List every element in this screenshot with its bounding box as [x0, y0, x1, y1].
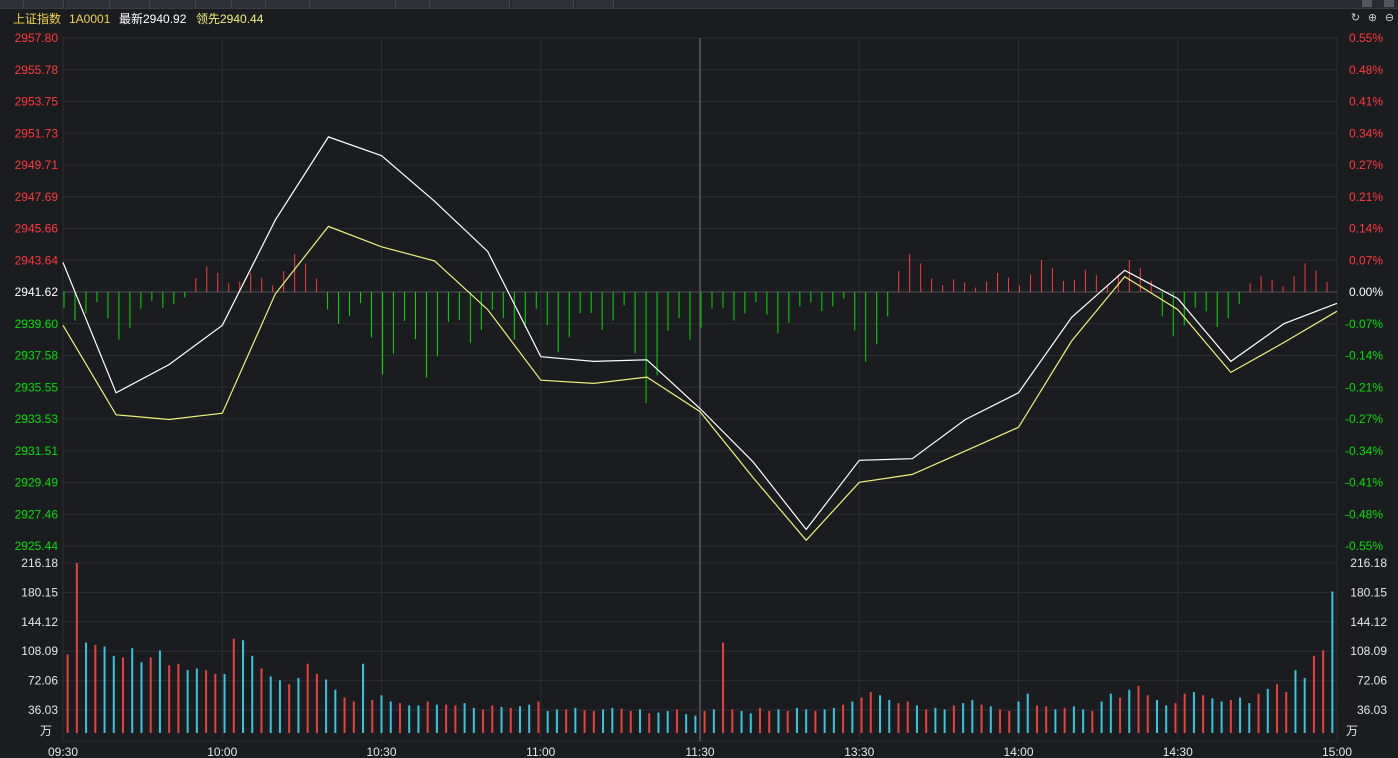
y-tick-left: 2951.73	[15, 126, 59, 140]
y-tick-left: 2943.64	[15, 253, 59, 267]
intraday-chart[interactable]: 2957.80 0.55% 2955.78 0.48% 2953.75 0.41% 2951…	[0, 0, 1398, 758]
volume-tick-left: 36.03	[28, 703, 58, 717]
y-tick-right: 0.07%	[1349, 253, 1383, 267]
volume-tick-left: 216.18	[21, 556, 58, 570]
y-tick-left: 2947.69	[15, 190, 59, 204]
x-tick-label: 14:30	[1163, 745, 1193, 758]
volume-tick-left: 180.15	[21, 585, 58, 599]
y-tick-right: -0.34%	[1345, 444, 1383, 458]
y-tick-left: 2925.44	[15, 539, 59, 553]
y-tick-left: 2927.46	[15, 507, 59, 521]
y-tick-left: 2949.71	[15, 158, 59, 172]
volume-unit-right: 万	[1346, 724, 1358, 738]
y-tick-right: 0.48%	[1349, 63, 1383, 77]
volume-tick-right: 144.12	[1350, 615, 1387, 629]
y-tick-right: 0.55%	[1349, 31, 1383, 45]
y-tick-right: -0.07%	[1345, 317, 1383, 331]
y-tick-right: 0.14%	[1349, 222, 1383, 236]
y-tick-right: -0.21%	[1345, 380, 1383, 394]
volume-tick-left: 72.06	[28, 674, 58, 688]
y-tick-left: 2933.53	[15, 412, 59, 426]
y-tick-right: -0.48%	[1345, 507, 1383, 521]
y-tick-left: 2939.60	[15, 317, 59, 331]
y-tick-left: 2929.49	[15, 476, 59, 490]
y-tick-right: -0.41%	[1345, 476, 1383, 490]
x-tick-label: 10:30	[366, 745, 396, 758]
x-tick-label: 13:30	[844, 745, 874, 758]
y-tick-left: 2957.80	[15, 31, 59, 45]
x-tick-label: 10:00	[207, 745, 237, 758]
y-tick-left: 2955.78	[15, 63, 59, 77]
y-tick-right: 0.27%	[1349, 158, 1383, 172]
x-tick-label: 09:30	[48, 745, 78, 758]
y-tick-right: 0.00%	[1349, 285, 1383, 299]
y-tick-right: 0.34%	[1349, 126, 1383, 140]
y-tick-left: 2935.55	[15, 380, 59, 394]
x-tick-label: 11:30	[685, 745, 714, 758]
volume-tick-right: 216.18	[1350, 556, 1387, 570]
y-tick-right: -0.27%	[1345, 412, 1383, 426]
volume-tick-right: 72.06	[1357, 674, 1387, 688]
volume-tick-right: 108.09	[1350, 644, 1387, 658]
x-tick-label: 15:00	[1322, 745, 1352, 758]
y-tick-right: 0.21%	[1349, 190, 1383, 204]
volume-tick-right: 180.15	[1350, 585, 1387, 599]
y-tick-right: -0.55%	[1345, 539, 1383, 553]
y-tick-left: 2937.58	[15, 349, 59, 363]
y-tick-right: -0.14%	[1345, 349, 1383, 363]
y-tick-left: 2931.51	[15, 444, 59, 458]
y-tick-right: 0.41%	[1349, 95, 1383, 109]
x-tick-label: 11:00	[526, 745, 555, 758]
volume-tick-left: 108.09	[21, 644, 58, 658]
y-tick-left: 2953.75	[15, 95, 59, 109]
x-tick-label: 14:00	[1003, 745, 1033, 758]
volume-tick-left: 144.12	[21, 615, 58, 629]
volume-tick-right: 36.03	[1357, 703, 1387, 717]
y-tick-left: 2941.62	[15, 285, 59, 299]
volume-unit-left: 万	[40, 724, 52, 738]
y-tick-left: 2945.66	[15, 222, 59, 236]
